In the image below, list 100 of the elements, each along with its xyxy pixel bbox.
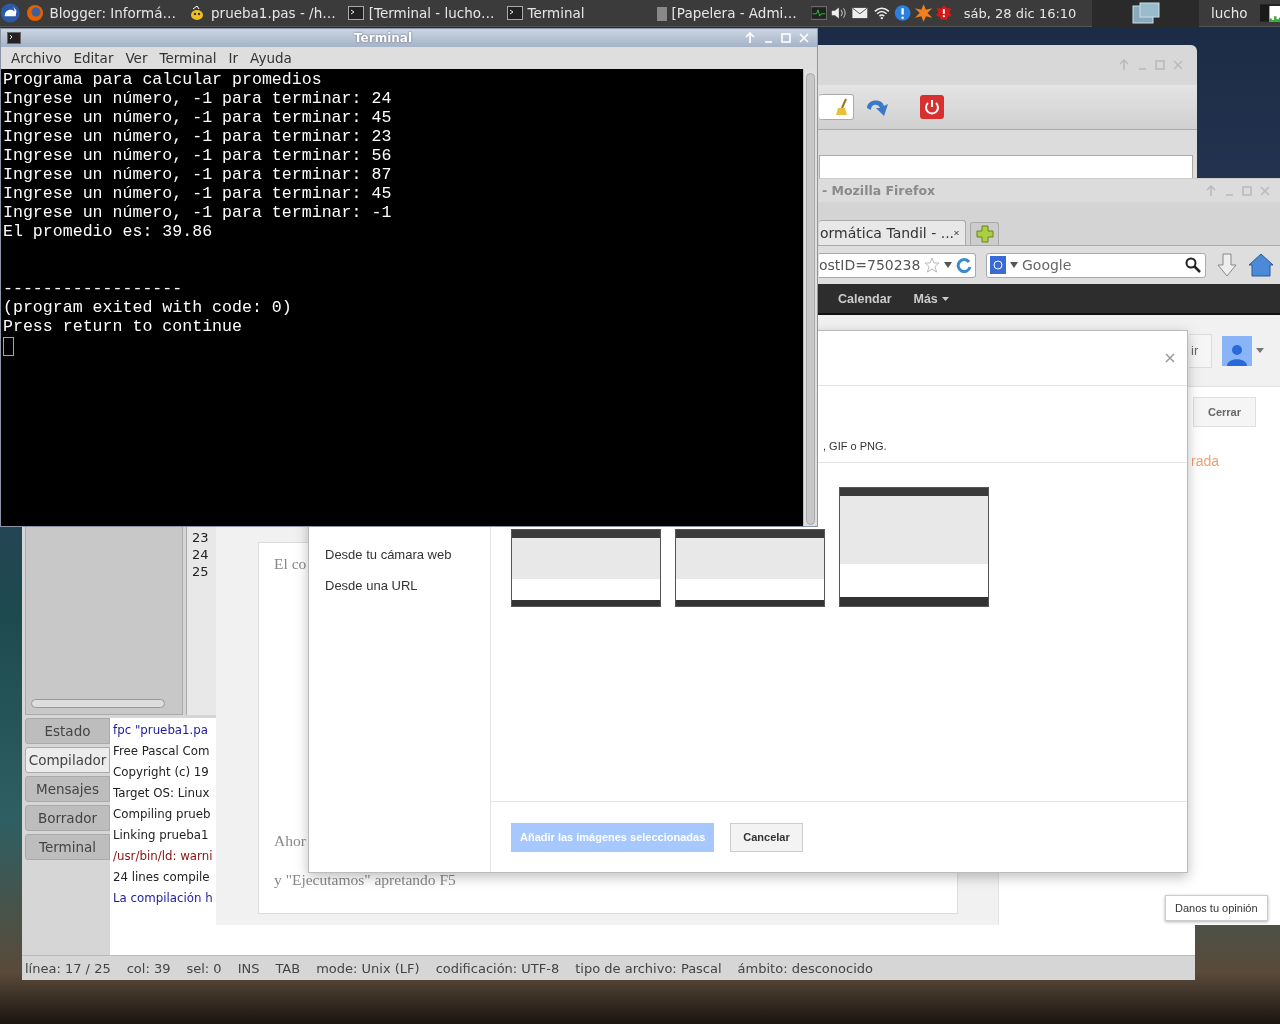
line-number: 25 <box>192 563 210 580</box>
line-number: 23 <box>192 529 210 546</box>
nav-link[interactable]: Calendar <box>838 291 892 306</box>
cpu-graph-icon <box>1259 2 1280 24</box>
home-icon[interactable] <box>1248 253 1274 277</box>
status-item: sel: 0 <box>186 960 222 976</box>
wifi-icon[interactable] <box>873 5 890 21</box>
status-item: TAB <box>275 960 301 976</box>
power-icon[interactable] <box>920 95 944 119</box>
scrollbar[interactable] <box>806 73 815 525</box>
message-tab[interactable]: Borrador <box>25 805 110 831</box>
status-item: col: 39 <box>126 960 171 976</box>
taskbar-button[interactable]: [Papelera - Admi… <box>650 0 803 27</box>
taskbar-button[interactable]: Terminal <box>500 0 591 27</box>
reload-icon[interactable] <box>956 257 973 273</box>
feedback-button[interactable]: Danos tu opinión <box>1165 895 1268 921</box>
terminal-line: Ingrese un número, -1 para terminar: 45 <box>3 184 393 203</box>
warning-burst-icon[interactable] <box>914 2 933 24</box>
compiler-message: Copyright (c) 19 <box>113 764 209 780</box>
window-title: - Mozilla Firefox <box>822 183 936 198</box>
text-field[interactable] <box>819 155 1193 179</box>
share-button[interactable]: ir <box>1189 333 1212 368</box>
status-item: línea: 17 / 25 <box>25 960 111 976</box>
menu-item[interactable]: Archivo <box>5 50 68 66</box>
source-option[interactable]: Desde una URL <box>325 578 490 593</box>
avatar-icon[interactable] <box>1222 335 1252 366</box>
source-option[interactable]: Desde tu cámara web <box>325 547 490 562</box>
text-field[interactable] <box>819 94 854 120</box>
compiler-message: Free Pascal Com <box>113 743 210 759</box>
nav-link[interactable]: Más <box>913 291 949 306</box>
caret-icon[interactable] <box>1256 348 1264 353</box>
menu-item[interactable]: Ir <box>222 50 245 66</box>
download-arrow-icon[interactable] <box>1216 253 1238 277</box>
cancel-button[interactable]: Cancelar <box>730 822 803 852</box>
terminal-line: Ingrese un número, -1 para terminar: 56 <box>3 146 393 165</box>
workspace-pager[interactable] <box>1092 0 1200 27</box>
screenshot-thumbnail[interactable] <box>839 487 989 607</box>
user-name[interactable]: lucho <box>1211 5 1248 21</box>
dropdown-arrow-icon[interactable] <box>1010 262 1018 268</box>
clock[interactable]: sáb, 28 dic 16:10 <box>963 5 1077 21</box>
search-field[interactable]: Google <box>986 252 1206 278</box>
terminal-icon <box>347 6 364 20</box>
status-item: codificación: UTF-8 <box>435 960 560 976</box>
alert-icon[interactable] <box>936 3 952 23</box>
compiler-message: 24 lines compile <box>113 869 210 885</box>
scrollbar[interactable] <box>31 699 165 708</box>
terminal-line: Ingrese un número, -1 para terminar: 23 <box>3 127 393 146</box>
screenshot-thumbnail[interactable] <box>511 529 661 607</box>
post-text: El co <box>274 555 307 573</box>
message-tab[interactable]: Terminal <box>25 834 110 860</box>
compiler-message: Compiling prueb <box>113 806 211 822</box>
post-text: y "Ejecutamos" apretando F5 <box>274 871 456 889</box>
menu-item[interactable]: Editar <box>67 50 120 66</box>
windows-icon <box>1131 2 1160 24</box>
status-item: ámbito: desconocido <box>737 960 873 976</box>
message-tab[interactable]: Compilador <box>25 747 110 773</box>
status-item: mode: Unix (LF) <box>316 960 420 976</box>
terminal-line: Ingrese un número, -1 para terminar: 45 <box>3 108 393 127</box>
volume-icon[interactable] <box>830 5 847 21</box>
status-item: tipo de archivo: Pascal <box>575 960 722 976</box>
compiler-message: Target OS: Linux <box>113 785 210 801</box>
compiler-message: fpc "prueba1.pa <box>113 722 209 738</box>
broom-icon <box>835 98 849 116</box>
line-number: 24 <box>192 546 210 563</box>
system-monitor-icon[interactable] <box>810 5 827 21</box>
terminal-line: Programa para calcular promedios <box>3 70 323 89</box>
mail-icon[interactable] <box>852 6 868 20</box>
terminal-line: El promedio es: 39.86 <box>3 222 214 241</box>
menu-item[interactable]: Ver <box>119 50 154 66</box>
close-icon[interactable] <box>1165 353 1175 363</box>
star-icon[interactable] <box>924 257 941 273</box>
caret-icon <box>941 297 949 302</box>
compiler-message: Linking prueba1 <box>113 827 209 843</box>
search-icon[interactable] <box>1185 257 1201 273</box>
dropdown-arrow-icon[interactable] <box>944 262 953 268</box>
taskbar-button[interactable]: Blogger: Informá… <box>20 0 183 27</box>
terminal-line: (program exited with code: 0) <box>3 298 293 317</box>
text-cursor <box>3 337 14 356</box>
terminal-line: Ingrese un número, -1 para terminar: -1 <box>3 203 393 222</box>
status-item: INS <box>237 960 260 976</box>
menu-item[interactable]: Ayuda <box>244 50 298 66</box>
screenshot-thumbnail[interactable] <box>675 529 825 607</box>
taskbar-button[interactable]: [Terminal - lucho… <box>341 0 501 27</box>
close-button[interactable]: Cerrar <box>1192 397 1256 427</box>
compiler-message: La compilación h <box>113 890 213 906</box>
compiler-message: /usr/bin/ld: warni <box>113 848 213 864</box>
address-field[interactable]: ostID=750238 <box>819 252 976 278</box>
message-tab[interactable]: Mensajes <box>25 776 110 802</box>
post-text: Ahor <box>274 832 306 850</box>
terminal-line: Ingrese un número, -1 para terminar: 87 <box>3 165 393 184</box>
taskbar-button[interactable]: prueba1.pas - /h… <box>182 0 342 27</box>
sidebar-text: rada <box>1191 453 1220 469</box>
info-icon[interactable] <box>893 2 911 24</box>
close-icon[interactable] <box>954 228 959 238</box>
terminal-icon <box>506 6 523 20</box>
terminal-line: Press return to continue <box>3 317 243 336</box>
browser-tab[interactable]: ormática Tandil - ... <box>819 220 966 245</box>
menu-item[interactable]: Terminal <box>153 50 223 66</box>
plus-icon <box>975 225 994 243</box>
message-tab[interactable]: Estado <box>25 718 110 744</box>
